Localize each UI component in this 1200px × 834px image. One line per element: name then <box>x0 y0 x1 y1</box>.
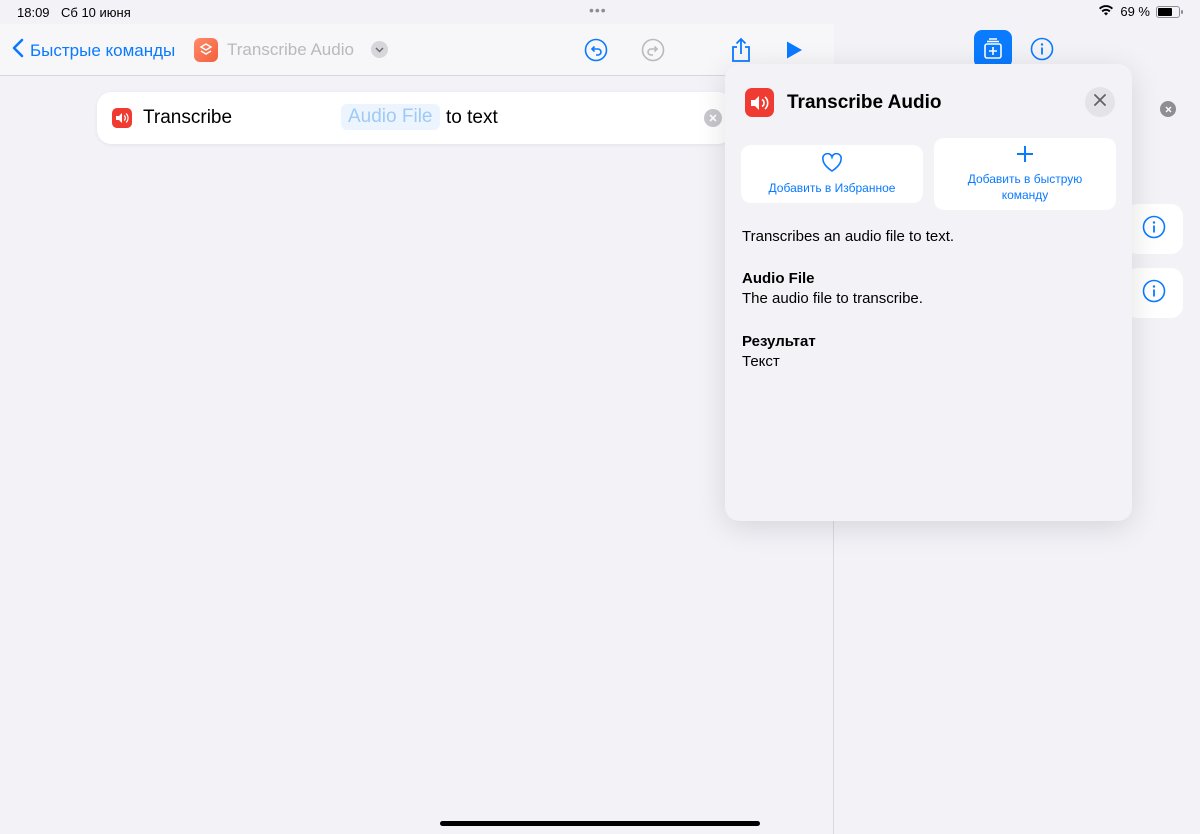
heart-icon <box>821 152 843 177</box>
close-icon <box>1094 93 1106 111</box>
speaker-icon <box>112 108 132 128</box>
action-suffix: to text <box>446 107 498 128</box>
action-card[interactable]: Transcribe Audio File to text <box>97 92 732 144</box>
search-clear-button[interactable] <box>1160 101 1176 117</box>
shortcuts-app-icon[interactable] <box>194 38 218 62</box>
multitasking-dots[interactable]: ••• <box>589 2 607 18</box>
status-bar: 18:09 Сб 10 июня ••• 69 % <box>0 0 1200 24</box>
share-icon[interactable] <box>728 37 754 63</box>
parameter-name: Audio File <box>742 270 815 287</box>
action-description: Transcribes an audio file to text. <box>742 228 955 245</box>
home-indicator[interactable] <box>440 821 760 826</box>
back-label: Быстрые команды <box>30 40 176 60</box>
plus-icon <box>1016 145 1034 167</box>
list-item[interactable] <box>1125 204 1183 254</box>
status-date: Сб 10 июня <box>61 5 131 20</box>
remove-action-button[interactable] <box>704 109 722 127</box>
result-label: Результат <box>742 333 816 350</box>
back-button[interactable]: Быстрые команды <box>12 38 175 63</box>
add-to-shortcut-button[interactable]: Добавить в быструю команду <box>934 138 1116 210</box>
close-button[interactable] <box>1085 87 1115 117</box>
battery-percent: 69 % <box>1120 4 1150 19</box>
speaker-icon <box>745 88 774 117</box>
popover-title: Transcribe Audio <box>787 92 942 113</box>
battery-level <box>1158 7 1172 16</box>
undo-icon[interactable] <box>583 37 609 63</box>
info-icon[interactable] <box>1023 30 1061 68</box>
add-to-shortcut-label: Добавить в быструю команду <box>967 172 1083 202</box>
battery-icon <box>1156 5 1183 18</box>
add-to-favorites-label: Добавить в Избранное <box>768 180 896 195</box>
status-time: 18:09 <box>17 5 50 20</box>
redo-icon[interactable] <box>640 37 666 63</box>
parameter-description: The audio file to transcribe. <box>742 290 923 307</box>
list-item[interactable] <box>1125 268 1183 318</box>
result-value: Текст <box>742 353 780 370</box>
chevron-down-icon[interactable] <box>371 41 388 58</box>
action-parameter[interactable]: Audio File <box>341 104 440 130</box>
action-verb: Transcribe <box>143 107 233 128</box>
nav-bar: Быстрые команды Transcribe Audio <box>0 24 834 76</box>
info-icon[interactable] <box>1142 279 1166 308</box>
add-to-favorites-button[interactable]: Добавить в Избранное <box>741 145 923 203</box>
status-right: 69 % <box>1098 4 1183 19</box>
chevron-left-icon <box>12 38 24 63</box>
shortcut-editor: Быстрые команды Transcribe Audio Transcr… <box>0 24 834 834</box>
play-icon[interactable] <box>781 37 807 63</box>
shortcut-title[interactable]: Transcribe Audio <box>227 40 354 60</box>
info-icon[interactable] <box>1142 215 1166 244</box>
action-info-popover: Transcribe Audio Добавить в Избранное До… <box>725 64 1132 521</box>
wifi-icon <box>1098 4 1114 19</box>
action-library-icon[interactable] <box>974 30 1012 68</box>
